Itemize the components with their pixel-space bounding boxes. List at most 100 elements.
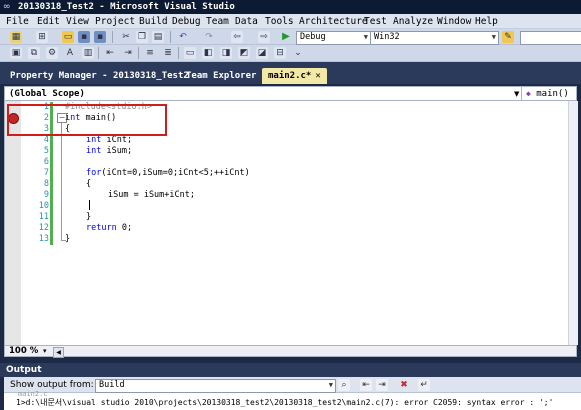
find-in-files-icon[interactable]: ✎ — [502, 31, 514, 43]
menu-test[interactable]: Test — [364, 15, 387, 28]
comment-out-icon[interactable]: ≡ — [144, 47, 156, 59]
indicator-margin[interactable] — [5, 101, 21, 345]
code-text: } — [65, 234, 71, 244]
next-bookmark-icon[interactable]: ◨ — [220, 47, 232, 59]
standard-toolbar: ▦ ⊞ ▭ ▪ ▪ ✂ ❐ ▤ ↶ ↷ ⇦ ⇨ ▶ Debug ▼ Win32 … — [0, 29, 581, 45]
line-number: 10 — [38, 201, 49, 211]
navigate-forward-icon[interactable]: ⇨ — [258, 31, 270, 43]
copy-icon[interactable]: ❐ — [136, 31, 148, 43]
add-item-icon[interactable]: ⊞ — [36, 31, 48, 43]
properties-icon[interactable]: ⚙ — [46, 47, 58, 59]
output-text-area[interactable]: main2.c 1>d:\내문서\visual studio 2010\proj… — [4, 390, 581, 410]
menu-tools[interactable]: Tools — [265, 15, 294, 28]
tab-main2-c[interactable]: main2.c* ✕ — [262, 68, 327, 84]
save-all-icon[interactable]: ▪ — [94, 31, 106, 43]
code-text: iSum; — [101, 146, 133, 156]
new-project-icon[interactable]: ▦ — [10, 31, 22, 43]
menu-help[interactable]: Help — [475, 15, 498, 28]
toolbar-separator — [112, 31, 113, 43]
tab-property-manager[interactable]: Property Manager - 20130318_Test2 — [10, 68, 189, 84]
find-message-icon[interactable]: ⌕ — [338, 379, 350, 391]
undo-icon[interactable]: ↶ — [177, 31, 189, 43]
line-number: 9 — [43, 190, 49, 200]
go-to-next-message-icon[interactable]: ⇥ — [376, 379, 388, 391]
code-editor[interactable]: 1 2 3 4 5 6 7 8 9 10 11 12 13 − #include… — [4, 101, 578, 345]
member-value: main() — [536, 89, 569, 99]
menu-team[interactable]: Team — [206, 15, 229, 28]
solution-explorer-icon[interactable]: ▣ — [10, 47, 22, 59]
output-panel-title: Output — [0, 363, 581, 377]
keyword: int — [86, 146, 102, 156]
code-line-4: int iCnt; — [86, 135, 132, 146]
toolbox-icon[interactable]: ▥ — [82, 47, 94, 59]
uncomment-icon[interactable]: ≣ — [162, 47, 174, 59]
paste-icon[interactable]: ▤ — [152, 31, 164, 43]
chevron-down-icon[interactable]: ▼ — [514, 87, 519, 101]
redo-icon[interactable]: ↷ — [203, 31, 215, 43]
scroll-left-icon[interactable]: ◀ — [53, 347, 64, 358]
decrease-indent-icon[interactable]: ⇤ — [104, 47, 116, 59]
code-line-12: return 0; — [86, 223, 132, 234]
toolbar-separator — [138, 47, 139, 59]
toggle-bookmark-icon[interactable]: ▭ — [184, 47, 196, 59]
code-text: (iCnt=0,iSum=0;iCnt<5;++iCnt) — [101, 168, 250, 178]
class-view-icon[interactable]: ⧉ — [28, 47, 40, 59]
tab-main2-c-label: main2.c* — [268, 71, 312, 81]
find-combo[interactable] — [520, 31, 581, 45]
code-line-13: } — [65, 234, 70, 245]
font-icon[interactable]: A — [64, 47, 76, 59]
cut-icon[interactable]: ✂ — [120, 31, 132, 43]
toggle-word-wrap-icon[interactable]: ↵ — [418, 379, 430, 391]
toolbar-separator — [98, 47, 99, 59]
menu-project[interactable]: Project — [95, 15, 135, 28]
line-number: 7 — [43, 168, 49, 178]
menu-view[interactable]: View — [66, 15, 89, 28]
output-source-combo[interactable]: Build ▼ — [95, 379, 336, 393]
close-icon[interactable]: ✕ — [315, 71, 320, 81]
start-debugging-icon[interactable]: ▶ — [280, 31, 292, 43]
navigate-backward-icon[interactable]: ⇦ — [231, 31, 243, 43]
scope-dropdown[interactable]: (Global Scope) — [9, 87, 85, 101]
menu-edit[interactable]: Edit — [37, 15, 60, 28]
code-text: } — [86, 212, 92, 222]
chevron-down-icon: ▼ — [328, 381, 333, 389]
keyword: int — [86, 135, 102, 145]
previous-bookmark-icon[interactable]: ◧ — [202, 47, 214, 59]
next-bookmark-in-folder-icon[interactable]: ◪ — [256, 47, 268, 59]
member-dropdown[interactable]: ◆ main() — [521, 87, 581, 100]
output-line: main2.c — [18, 390, 48, 398]
keyword: for — [86, 168, 102, 178]
chevron-down-icon[interactable]: ▾ — [43, 346, 47, 357]
code-text: iCnt; — [101, 135, 133, 145]
menu-debug[interactable]: Debug — [172, 15, 201, 28]
menu-build[interactable]: Build — [139, 15, 168, 28]
toolbar-separator — [178, 47, 179, 59]
clear-all-icon[interactable]: ✖ — [398, 379, 410, 391]
text-caret — [89, 200, 90, 210]
code-line-7: for(iCnt=0,iSum=0;iCnt<5;++iCnt) — [86, 168, 250, 179]
increase-indent-icon[interactable]: ⇥ — [122, 47, 134, 59]
menu-architecture[interactable]: Architecture — [299, 15, 368, 28]
code-line-11: } — [86, 212, 91, 223]
go-to-previous-message-icon[interactable]: ⇤ — [360, 379, 372, 391]
line-number: 5 — [43, 146, 49, 156]
open-folder-icon[interactable]: ▭ — [62, 31, 74, 43]
line-number: 13 — [38, 234, 49, 244]
text-editor-toolbar: ▣ ⧉ ⚙ A ▥ ⇤ ⇥ ≡ ≣ ▭ ◧ ◨ ◩ ◪ ⊟ ⌄ — [0, 45, 581, 62]
menu-file[interactable]: File — [6, 15, 29, 28]
toolbar-options-icon[interactable]: ⌄ — [292, 47, 304, 59]
tab-team-explorer[interactable]: Team Explorer — [186, 68, 256, 84]
platform-combo[interactable]: Win32 ▼ — [370, 31, 499, 45]
menu-data[interactable]: Data — [235, 15, 258, 28]
code-line-9: iSum = iSum+iCnt; — [108, 190, 195, 201]
vertical-scrollbar[interactable] — [568, 101, 578, 345]
clear-bookmarks-icon[interactable]: ⊟ — [274, 47, 286, 59]
save-icon[interactable]: ▪ — [78, 31, 90, 43]
configuration-combo[interactable]: Debug ▼ — [296, 31, 371, 45]
line-number: 4 — [43, 135, 49, 145]
menu-analyze[interactable]: Analyze — [393, 15, 433, 28]
previous-bookmark-in-folder-icon[interactable]: ◩ — [238, 47, 250, 59]
chevron-down-icon: ▼ — [363, 33, 368, 41]
menu-window[interactable]: Window — [437, 15, 471, 28]
zoom-level[interactable]: 100 % — [9, 346, 38, 357]
